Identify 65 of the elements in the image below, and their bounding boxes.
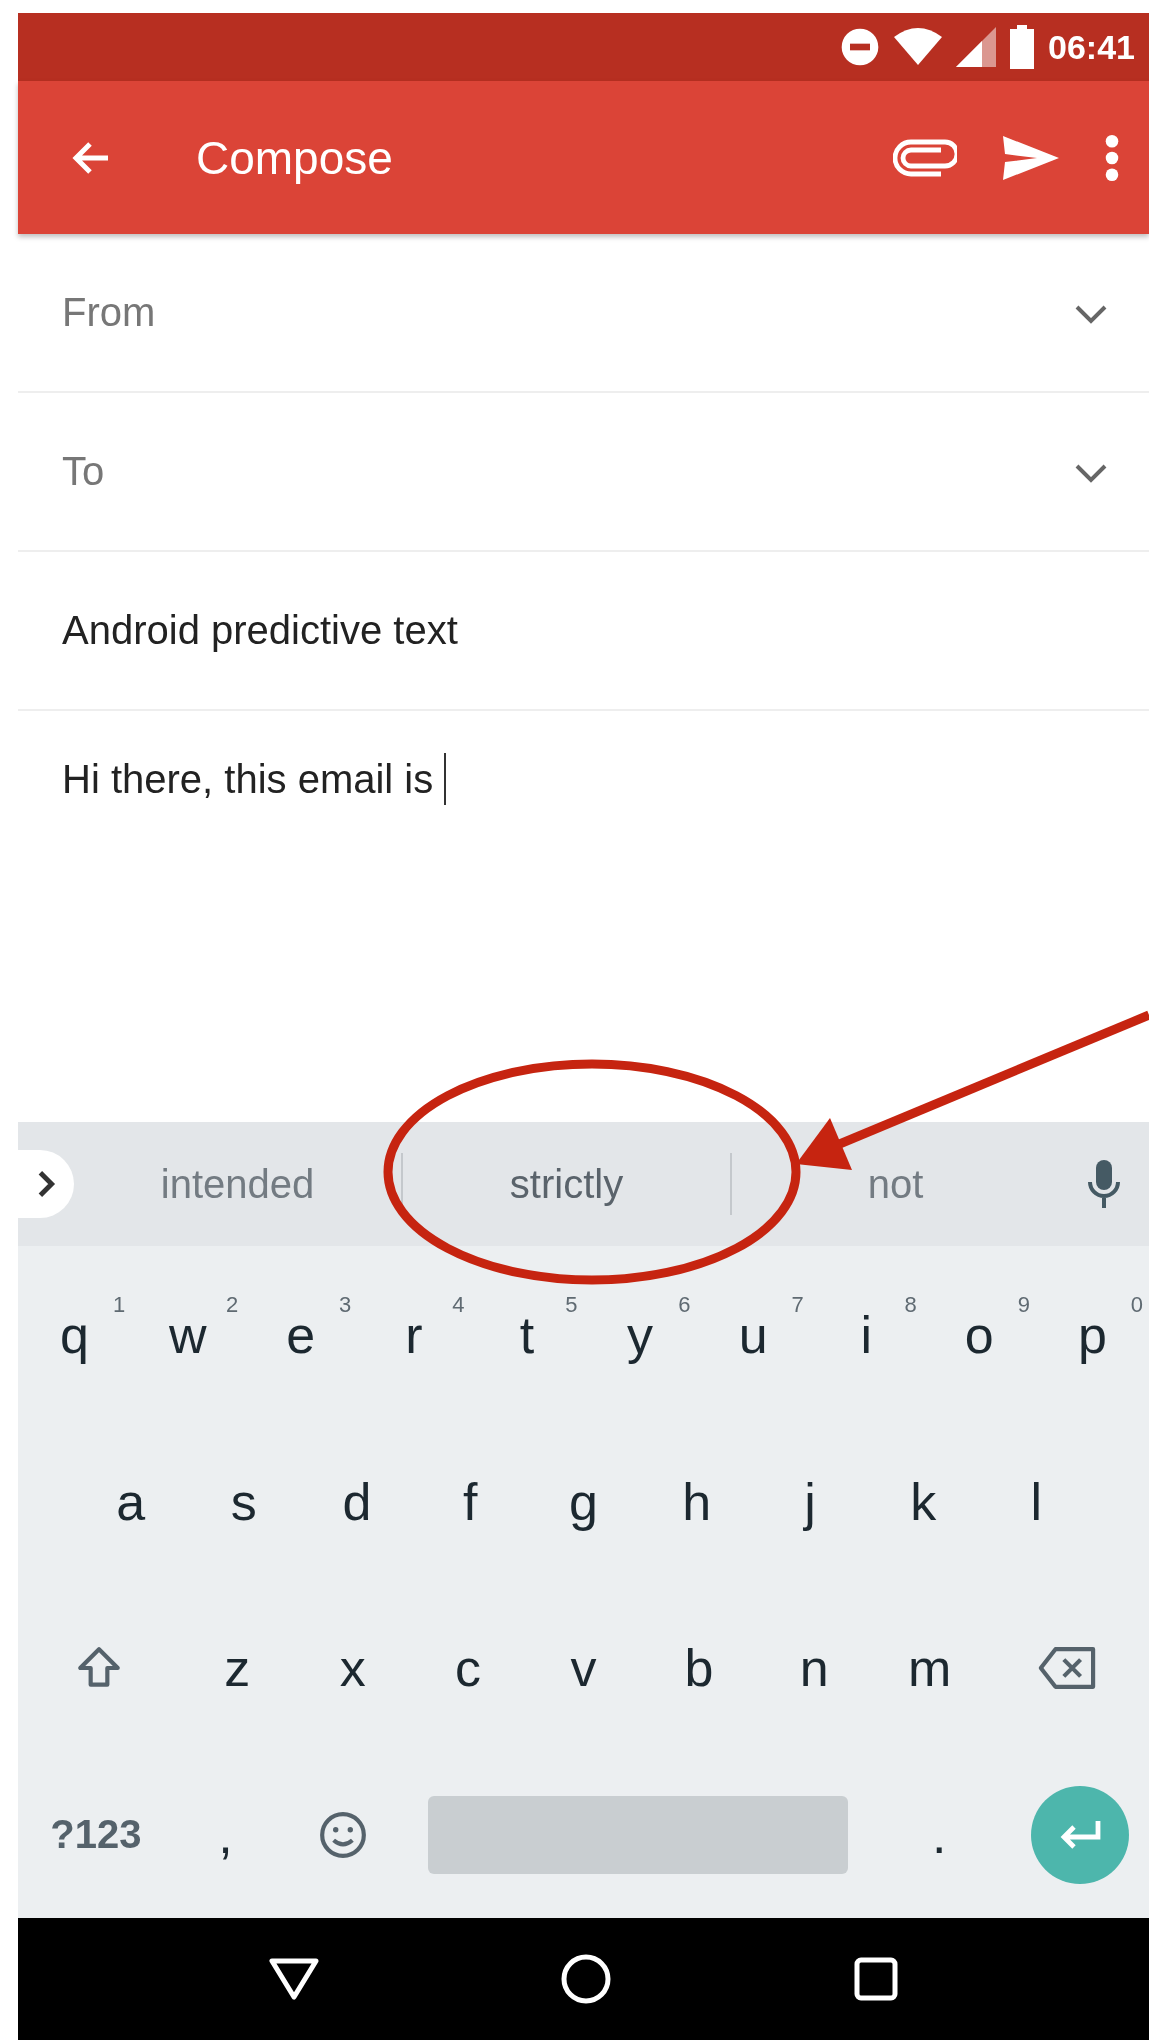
suggestion-chip[interactable]: strictly: [403, 1122, 730, 1246]
subject-field[interactable]: Android predictive text: [62, 608, 1109, 653]
symbols-key[interactable]: ?123: [28, 1751, 164, 1918]
key-hint: 2: [225, 1292, 239, 1318]
keyboard-key[interactable]: i 8: [809, 1252, 923, 1419]
key-hint: 6: [678, 1292, 691, 1318]
home-nav-button[interactable]: [560, 1953, 613, 2005]
keyboard-key[interactable]: w 2: [131, 1252, 245, 1419]
recipient-field[interactable]: To: [62, 449, 1073, 494]
keyboard-key[interactable]: z: [179, 1585, 295, 1752]
key-hint: 5: [565, 1292, 578, 1318]
keyboard-key[interactable]: n: [756, 1585, 872, 1752]
keyboard-key[interactable]: m: [872, 1585, 988, 1752]
do-not-disturb-icon: [840, 27, 881, 67]
back-nav-button[interactable]: [268, 1957, 321, 2001]
keyboard-key[interactable]: u 7: [696, 1252, 810, 1419]
keyboard-key[interactable]: q 1: [18, 1252, 132, 1419]
chevron-right-icon: [36, 1169, 56, 1199]
keyboard-key[interactable]: k: [866, 1418, 980, 1585]
more-button[interactable]: [1105, 134, 1119, 181]
keyboard-key[interactable]: b: [641, 1585, 757, 1752]
keyboard-key[interactable]: o 9: [922, 1252, 1036, 1419]
circle-icon: [560, 1953, 613, 2005]
keyboard-key[interactable]: .: [877, 1751, 1001, 1918]
keyboard-key[interactable]: g: [526, 1418, 641, 1585]
keyboard-key[interactable]: p 0: [1035, 1252, 1149, 1419]
key-hint: 7: [791, 1292, 804, 1318]
paperclip-icon: [893, 137, 957, 178]
keyboard-key[interactable]: ,: [163, 1751, 288, 1918]
signal-icon: [956, 27, 997, 67]
keyboard-key[interactable]: h: [640, 1418, 754, 1585]
microphone-icon: [1086, 1158, 1122, 1210]
message-body-field[interactable]: Hi there, this email is: [62, 753, 447, 805]
keyboard-key[interactable]: y 6: [583, 1252, 697, 1419]
wifi-icon: [894, 27, 943, 67]
key-hint: 3: [339, 1292, 352, 1318]
smiley-icon: [317, 1809, 368, 1860]
keyboard-key[interactable]: t 5: [470, 1252, 584, 1419]
recipient-field[interactable]: From: [62, 290, 1073, 335]
keyboard-key[interactable]: a: [74, 1418, 188, 1585]
keyboard-key[interactable]: d: [300, 1418, 414, 1585]
keyboard-key[interactable]: x: [295, 1585, 411, 1752]
status-time: 06:41: [1048, 27, 1135, 67]
keyboard-key[interactable]: c: [410, 1585, 526, 1752]
more-icon: [1105, 134, 1119, 181]
key-hint: 1: [112, 1292, 126, 1318]
keyboard-key[interactable]: j: [753, 1418, 867, 1585]
recents-nav-button[interactable]: [852, 1956, 899, 2002]
square-icon: [852, 1956, 899, 2002]
triangle-icon: [268, 1957, 321, 2001]
keyboard-key[interactable]: v: [525, 1585, 642, 1752]
keyboard-key[interactable]: l: [979, 1418, 1093, 1585]
keyboard-key[interactable]: f: [413, 1418, 527, 1585]
key-hint: 0: [1130, 1292, 1143, 1318]
send-icon: [1001, 133, 1061, 182]
key-hint: 4: [452, 1292, 465, 1318]
send-button[interactable]: [1001, 133, 1061, 182]
keyboard-key[interactable]: e 3: [244, 1252, 358, 1419]
key-hint: 9: [1017, 1292, 1030, 1318]
keyboard-key[interactable]: r 4: [357, 1252, 471, 1419]
attach-button[interactable]: [893, 137, 957, 178]
key-hint: 8: [904, 1292, 917, 1318]
battery-icon: [1010, 25, 1035, 69]
keyboard-key[interactable]: s: [187, 1418, 301, 1585]
app-bar-title: Compose: [196, 130, 394, 185]
